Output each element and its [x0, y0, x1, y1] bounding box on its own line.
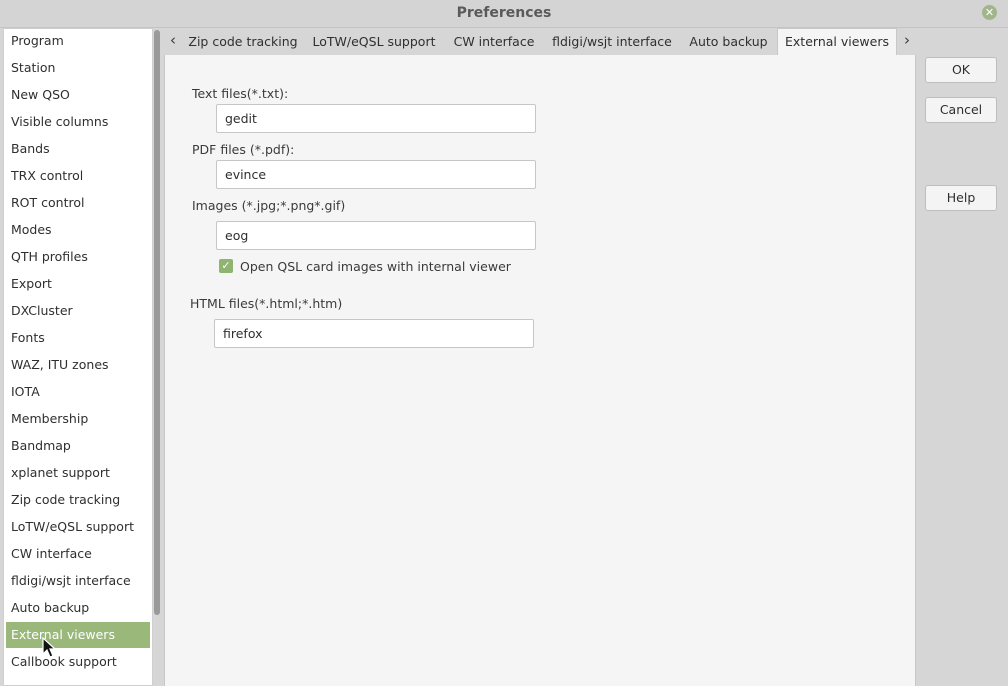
- sidebar-item-trx-control[interactable]: TRX control: [6, 163, 150, 189]
- sidebar-item-dxcluster[interactable]: DXCluster: [6, 298, 150, 324]
- sidebar-item-bands[interactable]: Bands: [6, 136, 150, 162]
- ok-button[interactable]: OK: [925, 57, 997, 83]
- sidebar-item-auto-backup[interactable]: Auto backup: [6, 595, 150, 621]
- sidebar-item-waz-itu-zones[interactable]: WAZ, ITU zones: [6, 352, 150, 378]
- sidebar-item-external-viewers[interactable]: External viewers: [6, 622, 150, 648]
- sidebar-item-fldigi-wsjt-interface[interactable]: fldigi/wsjt interface: [6, 568, 150, 594]
- qsl-internal-viewer-label: Open QSL card images with internal viewe…: [240, 259, 511, 274]
- window-title: Preferences: [456, 5, 552, 21]
- help-button[interactable]: Help: [925, 185, 997, 211]
- tab-lotw-eqsl-support[interactable]: LoTW/eQSL support: [306, 28, 442, 55]
- pdf-files-input[interactable]: evince: [216, 160, 536, 189]
- html-files-input[interactable]: firefox: [214, 319, 534, 348]
- sidebar-item-program[interactable]: Program: [6, 29, 150, 54]
- tab-external-viewers[interactable]: External viewers: [777, 28, 897, 55]
- sidebar-item-bandmap[interactable]: Bandmap: [6, 433, 150, 459]
- html-files-label: HTML files(*.html;*.htm): [190, 296, 343, 311]
- pdf-files-label: PDF files (*.pdf):: [192, 142, 295, 157]
- sidebar-item-qth-profiles[interactable]: QTH profiles: [6, 244, 150, 270]
- tab-cw-interface[interactable]: CW interface: [446, 28, 542, 55]
- tab-zip-code-tracking[interactable]: Zip code tracking: [184, 28, 302, 55]
- sidebar-item-zip-code-tracking[interactable]: Zip code tracking: [6, 487, 150, 513]
- sidebar-item-membership[interactable]: Membership: [6, 406, 150, 432]
- text-files-input[interactable]: gedit: [216, 104, 536, 133]
- tab-scroll-left-icon[interactable]: ‹: [164, 28, 182, 55]
- tab-auto-backup[interactable]: Auto backup: [683, 28, 774, 55]
- cancel-button[interactable]: Cancel: [925, 97, 997, 123]
- sidebar-scrollbar-thumb[interactable]: [154, 30, 160, 615]
- sidebar-item-cw-interface[interactable]: CW interface: [6, 541, 150, 567]
- sidebar-item-visible-columns[interactable]: Visible columns: [6, 109, 150, 135]
- sidebar-item-xplanet-support[interactable]: xplanet support: [6, 460, 150, 486]
- sidebar-item-fonts[interactable]: Fonts: [6, 325, 150, 351]
- sidebar-item-export[interactable]: Export: [6, 271, 150, 297]
- sidebar-item-rot-control[interactable]: ROT control: [6, 190, 150, 216]
- tab-scroll-right-icon[interactable]: ›: [898, 28, 916, 55]
- tab-fldigi-wsjt-interface[interactable]: fldigi/wsjt interface: [548, 28, 676, 55]
- title-bar: Preferences ✕: [0, 0, 1008, 28]
- sidebar-item-iota[interactable]: IOTA: [6, 379, 150, 405]
- images-label: Images (*.jpg;*.png*.gif): [192, 198, 346, 213]
- sidebar: Program Station New QSO Visible columns …: [3, 28, 153, 686]
- close-icon[interactable]: ✕: [982, 5, 997, 20]
- text-files-label: Text files(*.txt):: [192, 86, 289, 101]
- images-input[interactable]: eog: [216, 221, 536, 250]
- sidebar-item-modes[interactable]: Modes: [6, 217, 150, 243]
- sidebar-item-new-qso[interactable]: New QSO: [6, 82, 150, 108]
- mouse-cursor-icon: [42, 637, 57, 658]
- sidebar-item-station[interactable]: Station: [6, 55, 150, 81]
- sidebar-item-callbook-support[interactable]: Callbook support: [6, 649, 150, 675]
- qsl-internal-viewer-checkbox[interactable]: ✓: [219, 259, 233, 273]
- sidebar-item-lotw-eqsl-support[interactable]: LoTW/eQSL support: [6, 514, 150, 540]
